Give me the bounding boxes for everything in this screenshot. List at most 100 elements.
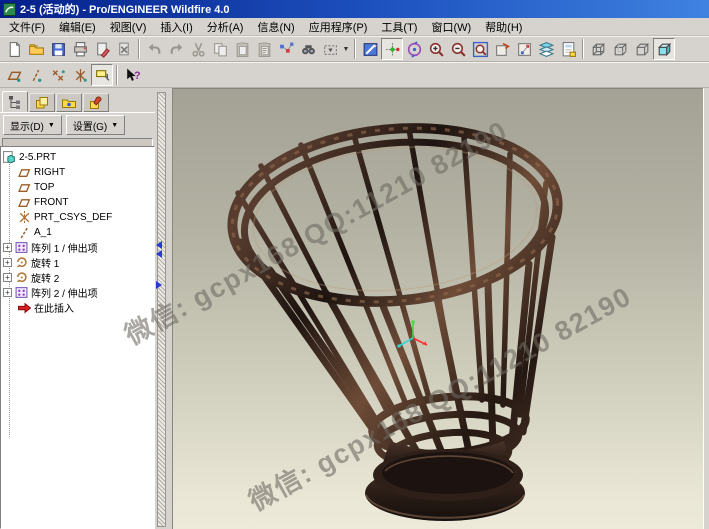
menu-analysis[interactable]: 分析(A) (200, 17, 251, 37)
tree-row[interactable]: RIGHT (1, 165, 154, 180)
part-icon (3, 151, 16, 164)
settings-button[interactable]: 设置(G)▼ (66, 115, 125, 135)
zoom-out-button[interactable] (447, 38, 469, 60)
paste-button[interactable] (231, 38, 253, 60)
wireframe-button[interactable] (587, 38, 609, 60)
collapse-left-icon[interactable] (156, 241, 162, 249)
insert-here-icon (18, 301, 31, 314)
select-filter-dropdown[interactable]: ▼ (341, 38, 351, 60)
cut-button[interactable] (187, 38, 209, 60)
repaint-icon (362, 41, 379, 58)
paste-special-button[interactable] (253, 38, 275, 60)
tab-model-tree[interactable] (2, 91, 28, 112)
datum-points-toggle[interactable] (47, 64, 69, 86)
tab-layer-tree[interactable] (29, 93, 55, 112)
splitter-grip[interactable] (157, 92, 166, 527)
tree-row[interactable]: TOP (1, 180, 154, 195)
tree-item-label: 旋转 1 (31, 255, 59, 270)
tree-item-label: 阵列 1 / 伸出项 (31, 240, 98, 255)
erase-button[interactable] (91, 38, 113, 60)
save-button[interactable] (47, 38, 69, 60)
graphics-area[interactable] (172, 88, 703, 529)
view-manager-button[interactable] (557, 38, 579, 60)
tree-item-label: 在此插入 (34, 300, 74, 315)
title-bar[interactable]: 2-5 (活动的) - Pro/ENGINEER Wildfire 4.0 (0, 0, 709, 18)
menu-tools[interactable]: 工具(T) (374, 17, 424, 37)
tab-folder-browser[interactable] (56, 93, 82, 112)
datum-points-icon (50, 67, 67, 84)
menu-window[interactable]: 窗口(W) (424, 17, 478, 37)
tree-row[interactable]: + 旋转 1 (1, 255, 154, 270)
menu-view[interactable]: 视图(V) (103, 17, 154, 37)
panel-splitter[interactable] (155, 88, 172, 529)
menu-info[interactable]: 信息(N) (250, 17, 301, 37)
toolbar-separator (116, 65, 118, 85)
tree-row-insert-here[interactable]: 在此插入 (1, 300, 154, 315)
purge-icon (116, 41, 133, 58)
layers-button[interactable] (535, 38, 557, 60)
zoom-in-button[interactable] (425, 38, 447, 60)
no-hidden-icon (634, 41, 651, 58)
regenerate-button[interactable] (275, 38, 297, 60)
cut-icon (190, 41, 207, 58)
shaded-icon (656, 41, 673, 58)
saved-views-icon (494, 41, 511, 58)
annotations-toggle[interactable] (91, 64, 113, 86)
find-button[interactable] (297, 38, 319, 60)
expand-box[interactable]: + (3, 288, 12, 297)
basket-foot (365, 441, 525, 521)
menu-edit[interactable]: 编辑(E) (52, 17, 103, 37)
toolbar-separator (138, 39, 140, 59)
axis-icon (18, 226, 31, 239)
tree-item-label: 2-5.PRT (19, 152, 56, 163)
tree-row[interactable]: PRT_CSYS_DEF (1, 210, 154, 225)
datum-plane-icon (18, 181, 31, 194)
datum-axes-toggle[interactable] (25, 64, 47, 86)
view-orientation-icon (516, 41, 533, 58)
datum-axes-icon (28, 67, 45, 84)
menu-help[interactable]: 帮助(H) (478, 17, 529, 37)
orient-mode-button[interactable] (403, 38, 425, 60)
tree-row[interactable]: FRONT (1, 195, 154, 210)
hidden-line-button[interactable] (609, 38, 631, 60)
tree-row[interactable]: + 旋转 2 (1, 270, 154, 285)
menu-insert[interactable]: 插入(I) (153, 17, 199, 37)
repaint-button[interactable] (359, 38, 381, 60)
expand-box[interactable]: + (3, 273, 12, 282)
tree-row-root[interactable]: 2-5.PRT (1, 150, 154, 165)
save-icon (50, 41, 67, 58)
tab-favorites[interactable] (83, 93, 109, 112)
csys-icon (18, 211, 31, 224)
chevron-down-icon: ▼ (48, 122, 55, 129)
open-button[interactable] (25, 38, 47, 60)
purge-button[interactable] (113, 38, 135, 60)
menu-applications[interactable]: 应用程序(P) (302, 17, 375, 37)
expand-right-icon[interactable] (156, 281, 162, 289)
tree-row[interactable]: A_1 (1, 225, 154, 240)
saved-views-button[interactable] (491, 38, 513, 60)
menu-file[interactable]: 文件(F) (2, 17, 52, 37)
view-orientation-button[interactable] (513, 38, 535, 60)
print-button[interactable] (69, 38, 91, 60)
expand-box[interactable]: + (3, 243, 12, 252)
datum-csys-toggle[interactable] (69, 64, 91, 86)
expand-box[interactable]: + (3, 258, 12, 267)
select-filter-button[interactable] (319, 38, 341, 60)
shaded-button[interactable] (653, 38, 675, 60)
undo-button[interactable] (143, 38, 165, 60)
datum-plane-icon (18, 196, 31, 209)
spin-center-button[interactable] (381, 38, 403, 60)
toolbar-separator (354, 39, 356, 59)
datum-planes-toggle[interactable] (3, 64, 25, 86)
show-button[interactable]: 显示(D)▼ (3, 115, 62, 135)
redo-button[interactable] (165, 38, 187, 60)
tree-row[interactable]: + 阵列 2 / 伸出项 (1, 285, 154, 300)
tree-row[interactable]: + 阵列 1 / 伸出项 (1, 240, 154, 255)
collapse-left-icon[interactable] (156, 250, 162, 258)
refit-button[interactable] (469, 38, 491, 60)
view-manager-icon (560, 41, 577, 58)
context-help-button[interactable]: ? (121, 64, 143, 86)
no-hidden-button[interactable] (631, 38, 653, 60)
copy-button[interactable] (209, 38, 231, 60)
new-button[interactable] (3, 38, 25, 60)
